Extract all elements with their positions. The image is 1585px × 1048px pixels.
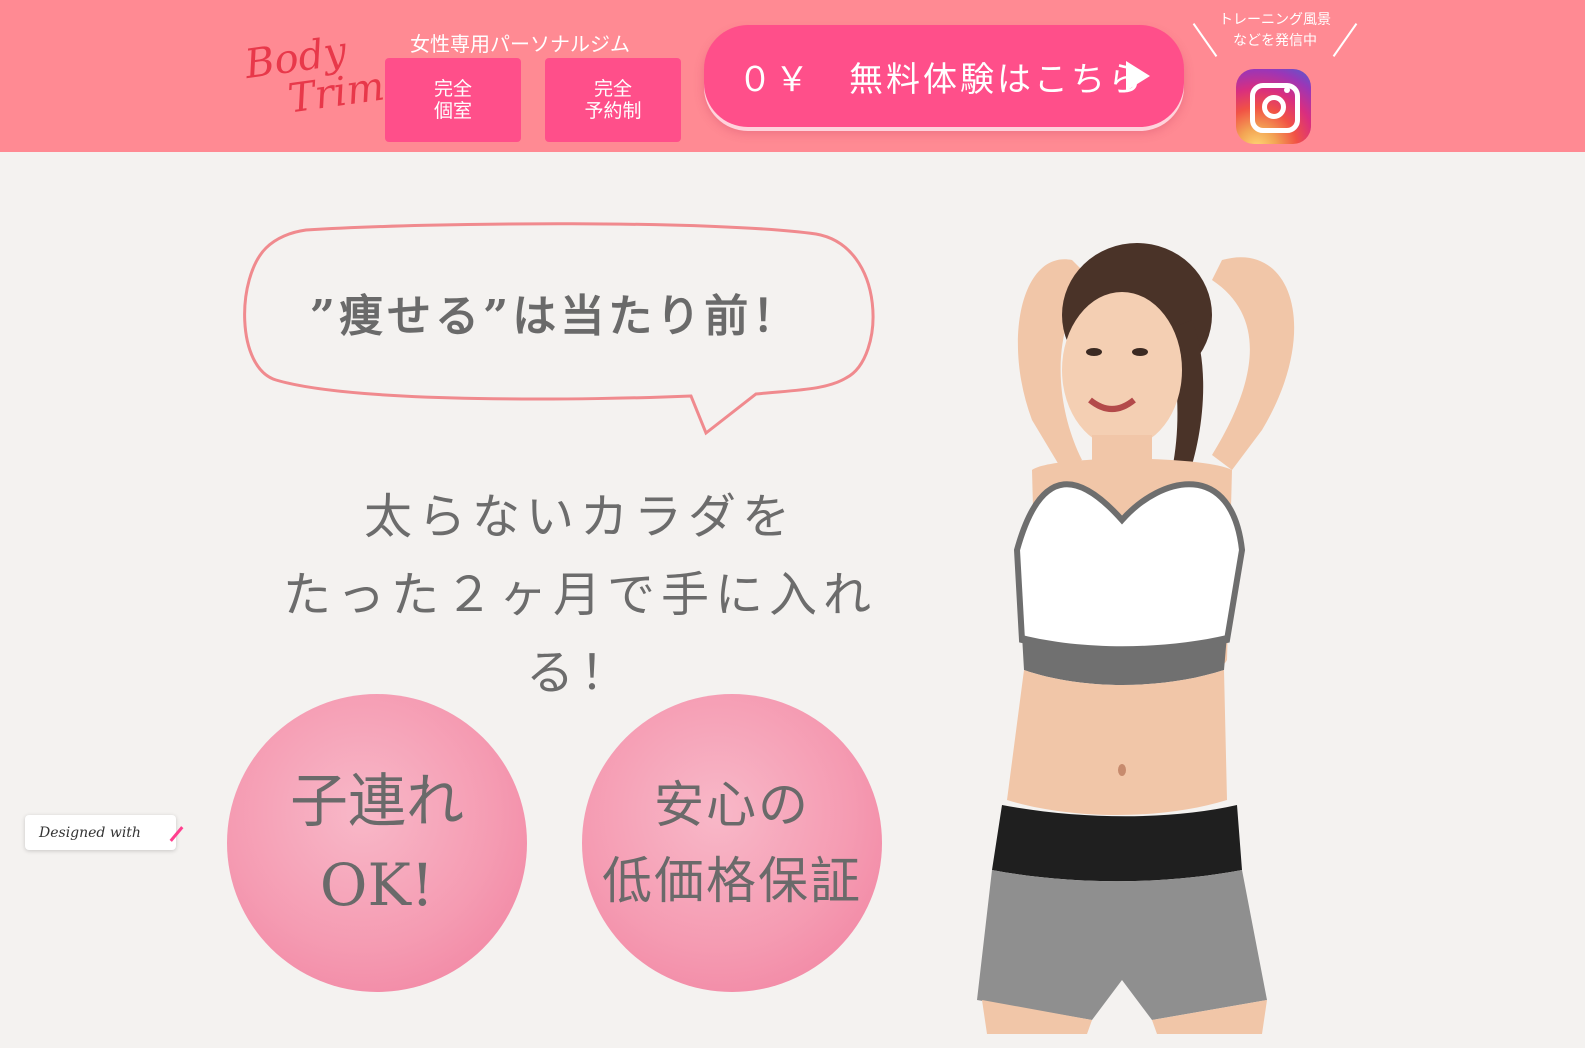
site-header: Body Trim 女性専用パーソナルジム 完全 個室 完全 予約制 ０￥ 無料…: [0, 0, 1585, 152]
low-price-circle: 安心の 低価格保証: [582, 694, 882, 992]
reservation-only-badge[interactable]: 完全 予約制: [545, 58, 681, 142]
tagline: 女性専用パーソナルジム: [410, 32, 630, 56]
bubble-text: ”痩せる”は当たり前！: [309, 291, 801, 342]
body-trim-logo[interactable]: Body Trim: [239, 20, 387, 140]
woman-stretching-photo: [977, 243, 1295, 1034]
instagram-icon[interactable]: [1236, 69, 1311, 144]
play-arrow-icon: [1126, 61, 1150, 91]
instagram-caption: トレーニング風景 などを発信中: [1190, 10, 1360, 60]
hero-headline: 太らないカラダを たった２ヶ月で手に入れる！: [282, 489, 877, 701]
kids-ok-circle: 子連れ OK!: [227, 694, 527, 992]
free-trial-button[interactable]: ０￥ 無料体験はこちら: [704, 25, 1184, 127]
designed-with-badge[interactable]: Designed with: [25, 815, 184, 850]
private-room-badge[interactable]: 完全 個室: [385, 58, 521, 142]
free-trial-label: ０￥ 無料体験はこちら: [738, 59, 1145, 100]
brand-slash-icon: [169, 826, 184, 842]
